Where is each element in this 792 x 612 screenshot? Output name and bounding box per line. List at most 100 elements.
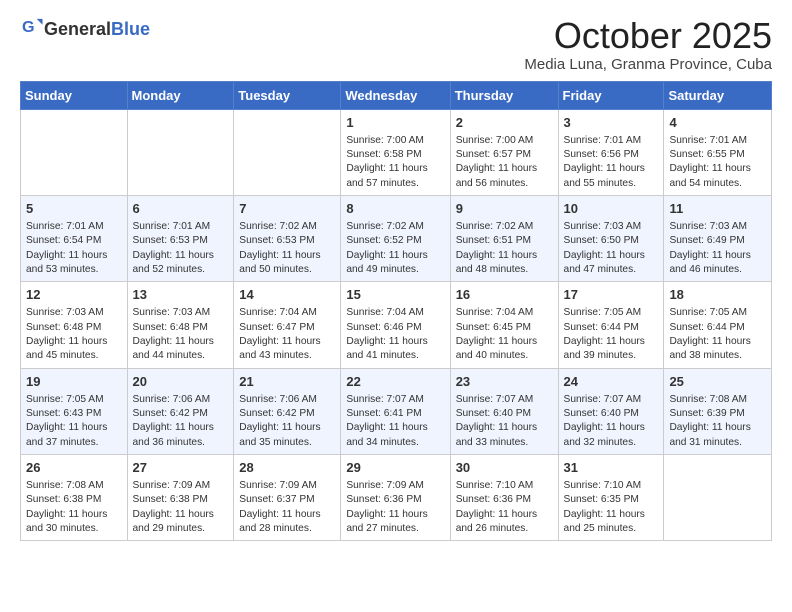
page-header: G GeneralBlue October 2025 Media Luna, G… — [20, 16, 772, 73]
cell-content: Sunrise: 7:03 AMSunset: 6:48 PMDaylight:… — [133, 306, 229, 363]
cell-content: Sunrise: 7:09 AMSunset: 6:38 PMDaylight:… — [133, 479, 229, 536]
cell-content: Sunrise: 7:05 AMSunset: 6:43 PMDaylight:… — [26, 393, 122, 450]
calendar-cell: 1 Sunrise: 7:00 AMSunset: 6:58 PMDaylight… — [341, 109, 450, 195]
calendar-cell — [127, 109, 234, 195]
day-header-tuesday: Tuesday — [234, 81, 341, 109]
calendar-cell: 12 Sunrise: 7:03 AMSunset: 6:48 PMDayligh… — [21, 282, 128, 368]
calendar-cell: 29Sunrise: 7:09 AMSunset: 6:36 PMDayligh… — [341, 454, 450, 540]
calendar-cell — [21, 109, 128, 195]
week-row-2: 5 Sunrise: 7:01 AMSunset: 6:54 PMDaylight… — [21, 195, 772, 281]
day-number: 17 — [564, 286, 659, 304]
calendar-cell: 19 Sunrise: 7:05 AMSunset: 6:43 PMDayligh… — [21, 368, 128, 454]
day-header-wednesday: Wednesday — [341, 81, 450, 109]
cell-content: Sunrise: 7:05 AMSunset: 6:44 PMDaylight:… — [669, 306, 766, 363]
svg-text:G: G — [22, 18, 35, 36]
calendar-cell: 13 Sunrise: 7:03 AMSunset: 6:48 PMDayligh… — [127, 282, 234, 368]
title-section: October 2025 Media Luna, Granma Province… — [524, 16, 772, 73]
cell-content: Sunrise: 7:02 AMSunset: 6:51 PMDaylight:… — [456, 220, 553, 277]
logo-image: G — [20, 16, 44, 43]
cell-content: Sunrise: 7:07 AMSunset: 6:41 PMDaylight:… — [346, 393, 444, 450]
cell-content: Sunrise: 7:01 AMSunset: 6:55 PMDaylight:… — [669, 134, 766, 191]
day-number: 12 — [26, 286, 122, 304]
day-number: 11 — [669, 200, 766, 218]
cell-content: Sunrise: 7:06 AMSunset: 6:42 PMDaylight:… — [133, 393, 229, 450]
calendar-cell: 11 Sunrise: 7:03 AMSunset: 6:49 PMDayligh… — [664, 195, 772, 281]
calendar-cell: 4 Sunrise: 7:01 AMSunset: 6:55 PMDaylight… — [664, 109, 772, 195]
day-number: 1 — [346, 114, 444, 132]
calendar-cell: 20 Sunrise: 7:06 AMSunset: 6:42 PMDayligh… — [127, 368, 234, 454]
cell-content: Sunrise: 7:04 AMSunset: 6:46 PMDaylight:… — [346, 306, 444, 363]
cell-content: Sunrise: 7:00 AMSunset: 6:57 PMDaylight:… — [456, 134, 553, 191]
day-number: 2 — [456, 114, 553, 132]
day-number: 19 — [26, 373, 122, 391]
calendar-cell: 7 Sunrise: 7:02 AMSunset: 6:53 PMDaylight… — [234, 195, 341, 281]
day-number: 4 — [669, 114, 766, 132]
day-number: 26 — [26, 459, 122, 477]
day-number: 6 — [133, 200, 229, 218]
day-number: 27 — [133, 459, 229, 477]
day-number: 7 — [239, 200, 335, 218]
day-header-friday: Friday — [558, 81, 664, 109]
week-row-4: 19 Sunrise: 7:05 AMSunset: 6:43 PMDayligh… — [21, 368, 772, 454]
calendar-cell: 22Sunrise: 7:07 AMSunset: 6:41 PMDayligh… — [341, 368, 450, 454]
cell-content: Sunrise: 7:00 AMSunset: 6:58 PMDaylight:… — [346, 134, 444, 191]
day-number: 14 — [239, 286, 335, 304]
cell-content: Sunrise: 7:07 AMSunset: 6:40 PMDaylight:… — [564, 393, 659, 450]
cell-content: Sunrise: 7:10 AMSunset: 6:36 PMDaylight:… — [456, 479, 553, 536]
cell-content: Sunrise: 7:05 AMSunset: 6:44 PMDaylight:… — [564, 306, 659, 363]
day-number: 25 — [669, 373, 766, 391]
calendar-body: 1 Sunrise: 7:00 AMSunset: 6:58 PMDaylight… — [21, 109, 772, 541]
cell-content: Sunrise: 7:03 AMSunset: 6:50 PMDaylight:… — [564, 220, 659, 277]
cell-content: Sunrise: 7:08 AMSunset: 6:39 PMDaylight:… — [669, 393, 766, 450]
calendar-cell: 28 Sunrise: 7:09 AMSunset: 6:37 PMDayligh… — [234, 454, 341, 540]
day-number: 3 — [564, 114, 659, 132]
cell-content: Sunrise: 7:04 AMSunset: 6:47 PMDaylight:… — [239, 306, 335, 363]
cell-content: Sunrise: 7:02 AMSunset: 6:52 PMDaylight:… — [346, 220, 444, 277]
day-number: 21 — [239, 373, 335, 391]
day-number: 18 — [669, 286, 766, 304]
cell-content: Sunrise: 7:03 AMSunset: 6:49 PMDaylight:… — [669, 220, 766, 277]
day-header-saturday: Saturday — [664, 81, 772, 109]
calendar-cell: 2 Sunrise: 7:00 AMSunset: 6:57 PMDaylight… — [450, 109, 558, 195]
calendar-cell: 27 Sunrise: 7:09 AMSunset: 6:38 PMDayligh… — [127, 454, 234, 540]
day-number: 20 — [133, 373, 229, 391]
day-number: 8 — [346, 200, 444, 218]
calendar-cell: 26 Sunrise: 7:08 AMSunset: 6:38 PMDayligh… — [21, 454, 128, 540]
calendar-cell: 3 Sunrise: 7:01 AMSunset: 6:56 PMDaylight… — [558, 109, 664, 195]
cell-content: Sunrise: 7:01 AMSunset: 6:54 PMDaylight:… — [26, 220, 122, 277]
day-number: 16 — [456, 286, 553, 304]
calendar-cell: 18 Sunrise: 7:05 AMSunset: 6:44 PMDayligh… — [664, 282, 772, 368]
calendar-cell: 8 Sunrise: 7:02 AMSunset: 6:52 PMDaylight… — [341, 195, 450, 281]
day-number: 5 — [26, 200, 122, 218]
cell-content: Sunrise: 7:01 AMSunset: 6:56 PMDaylight:… — [564, 134, 659, 191]
week-row-1: 1 Sunrise: 7:00 AMSunset: 6:58 PMDaylight… — [21, 109, 772, 195]
day-number: 13 — [133, 286, 229, 304]
cell-content: Sunrise: 7:02 AMSunset: 6:53 PMDaylight:… — [239, 220, 335, 277]
week-row-5: 26 Sunrise: 7:08 AMSunset: 6:38 PMDayligh… — [21, 454, 772, 540]
calendar-cell: 31 Sunrise: 7:10 AMSunset: 6:35 PMDayligh… — [558, 454, 664, 540]
cell-content: Sunrise: 7:03 AMSunset: 6:48 PMDaylight:… — [26, 306, 122, 363]
day-number: 10 — [564, 200, 659, 218]
calendar-cell — [234, 109, 341, 195]
logo-general: General — [44, 19, 111, 39]
day-number: 24 — [564, 373, 659, 391]
week-row-3: 12 Sunrise: 7:03 AMSunset: 6:48 PMDayligh… — [21, 282, 772, 368]
day-number: 30 — [456, 459, 553, 477]
cell-content: Sunrise: 7:10 AMSunset: 6:35 PMDaylight:… — [564, 479, 659, 536]
day-number: 23 — [456, 373, 553, 391]
calendar-header-row: SundayMondayTuesdayWednesdayThursdayFrid… — [21, 81, 772, 109]
day-header-sunday: Sunday — [21, 81, 128, 109]
day-number: 31 — [564, 459, 659, 477]
cell-content: Sunrise: 7:09 AMSunset: 6:36 PMDaylight:… — [346, 479, 444, 536]
cell-content: Sunrise: 7:09 AMSunset: 6:37 PMDaylight:… — [239, 479, 335, 536]
cell-content: Sunrise: 7:07 AMSunset: 6:40 PMDaylight:… — [456, 393, 553, 450]
cell-content: Sunrise: 7:01 AMSunset: 6:53 PMDaylight:… — [133, 220, 229, 277]
day-header-thursday: Thursday — [450, 81, 558, 109]
logo-text: GeneralBlue — [44, 19, 150, 40]
calendar-cell: 16Sunrise: 7:04 AMSunset: 6:45 PMDayligh… — [450, 282, 558, 368]
day-number: 28 — [239, 459, 335, 477]
location-title: Media Luna, Granma Province, Cuba — [524, 56, 772, 73]
cell-content: Sunrise: 7:08 AMSunset: 6:38 PMDaylight:… — [26, 479, 122, 536]
cell-content: Sunrise: 7:06 AMSunset: 6:42 PMDaylight:… — [239, 393, 335, 450]
calendar-cell: 25 Sunrise: 7:08 AMSunset: 6:39 PMDayligh… — [664, 368, 772, 454]
